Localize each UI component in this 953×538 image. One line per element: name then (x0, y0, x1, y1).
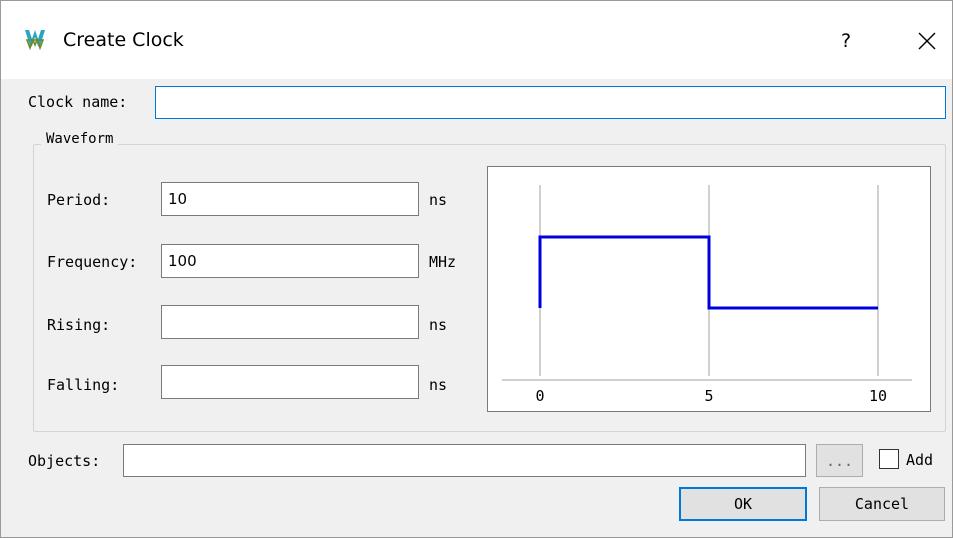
waveform-group-title: Waveform (41, 129, 119, 149)
window-title: Create Clock (63, 29, 184, 51)
ok-button[interactable]: OK (679, 487, 807, 521)
waveform-preview: 0 5 10 (487, 166, 931, 412)
help-button[interactable]: ? (823, 21, 869, 61)
objects-input[interactable] (123, 444, 806, 477)
clock-name-input[interactable] (155, 86, 946, 119)
rising-label: Rising: (47, 316, 111, 334)
close-button[interactable] (903, 21, 949, 61)
clock-waveform-line (538, 235, 878, 310)
period-unit: ns (429, 191, 448, 209)
period-input[interactable]: 10 (161, 182, 419, 216)
rising-unit: ns (429, 316, 448, 334)
objects-label: Objects: (28, 452, 101, 470)
create-clock-dialog: Create Clock ? Clock name: Waveform Peri… (0, 0, 953, 538)
gowin-logo-icon (25, 30, 45, 50)
frequency-input[interactable]: 100 (161, 244, 419, 278)
tick-label-0: 0 (535, 387, 544, 405)
question-icon: ? (840, 30, 852, 52)
rising-input[interactable] (161, 305, 419, 339)
close-icon (918, 32, 936, 50)
frequency-unit: MHz (429, 253, 457, 271)
tick-label-10: 10 (869, 387, 887, 405)
cancel-button[interactable]: Cancel (819, 487, 945, 521)
falling-unit: ns (429, 376, 448, 394)
add-label: Add (906, 451, 934, 469)
add-checkbox[interactable] (879, 449, 899, 469)
clock-name-label: Clock name: (28, 93, 128, 111)
waveform-preview-canvas: 0 5 10 (502, 185, 912, 405)
tick-label-5: 5 (704, 387, 713, 405)
falling-input[interactable] (161, 365, 419, 399)
falling-label: Falling: (47, 376, 120, 394)
period-label: Period: (47, 191, 111, 209)
title-bar[interactable]: Create Clock ? (1, 1, 952, 79)
browse-objects-button[interactable]: ... (816, 444, 863, 477)
frequency-label: Frequency: (47, 253, 138, 271)
